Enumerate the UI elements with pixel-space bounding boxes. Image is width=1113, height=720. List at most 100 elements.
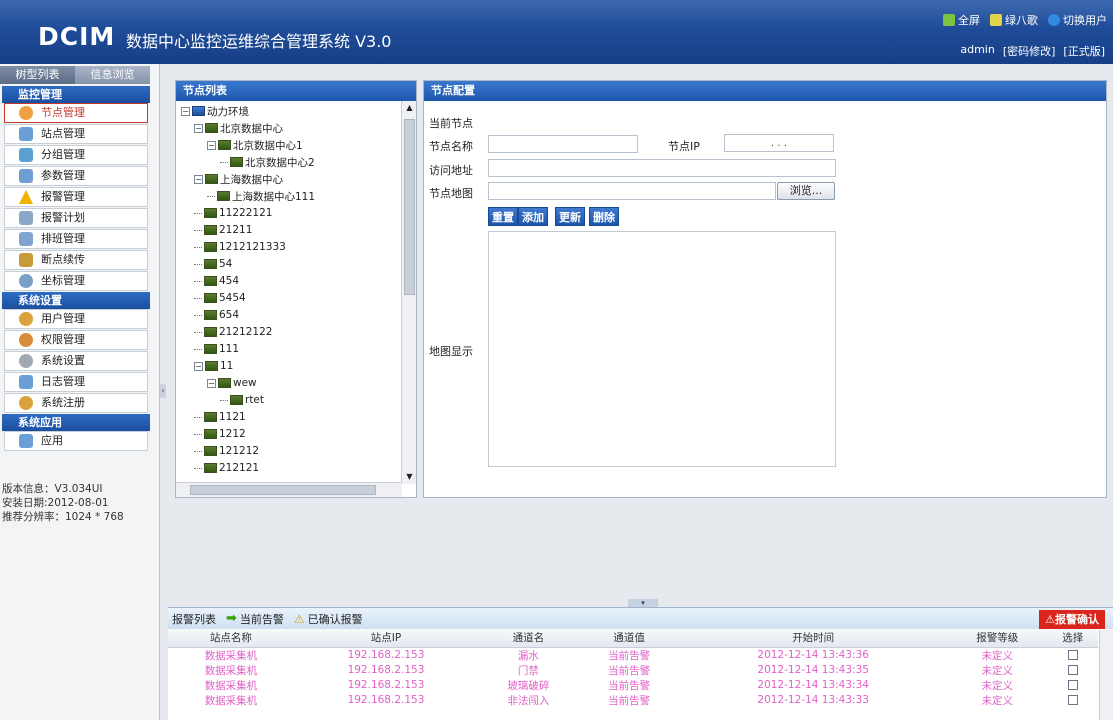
- node-name-input[interactable]: [488, 135, 638, 153]
- collapse-toggle-icon[interactable]: −: [194, 123, 203, 133]
- tree-node[interactable]: 21212122: [194, 325, 272, 339]
- alarm-confirm-button[interactable]: ⚠报警确认: [1039, 610, 1105, 629]
- tree-node[interactable]: 454: [194, 274, 239, 288]
- sidebar-item-schedule[interactable]: 排班管理: [4, 229, 148, 249]
- tree-node[interactable]: 111: [194, 342, 239, 356]
- row-checkbox[interactable]: [1067, 695, 1078, 705]
- sidebar-item-group[interactable]: 分组管理: [4, 145, 148, 165]
- reset-button[interactable]: 重置: [488, 207, 518, 226]
- sidebar-item-alarm[interactable]: 报警管理: [4, 187, 148, 207]
- tree-node[interactable]: 11222121: [194, 206, 272, 220]
- tree-node[interactable]: 654: [194, 308, 239, 322]
- table-row[interactable]: 数据采集机 192.168.2.153 玻璃破碎 当前告警 2012-12-14…: [168, 678, 1098, 693]
- tree-node[interactable]: 21211: [194, 223, 252, 237]
- collapse-sidebar-toggle[interactable]: ‹: [160, 384, 166, 398]
- section-monitor[interactable]: 监控管理: [2, 86, 150, 103]
- table-row[interactable]: 数据采集机 192.168.2.153 非法闯入 当前告警 2012-12-14…: [168, 693, 1098, 708]
- tree-node[interactable]: − 北京数据中心1: [207, 138, 303, 152]
- sidebar-item-param[interactable]: 参数管理: [4, 166, 148, 186]
- col-select[interactable]: 选择: [1047, 629, 1098, 648]
- sidebar-item-settings[interactable]: 系统设置: [4, 351, 148, 371]
- map-display-area[interactable]: [488, 231, 836, 467]
- col-site-name[interactable]: 站点名称: [168, 629, 294, 648]
- server-icon: [205, 123, 218, 133]
- fullscreen-link[interactable]: 全屏: [943, 12, 980, 28]
- tree-node[interactable]: 212121: [194, 461, 259, 475]
- col-channel-value[interactable]: 通道值: [578, 629, 680, 648]
- sidebar-item-resume[interactable]: 断点续传: [4, 250, 148, 270]
- server-icon: [230, 395, 243, 405]
- sidebar-item-node[interactable]: 节点管理: [4, 103, 148, 123]
- sidebar-item-permission[interactable]: 权限管理: [4, 330, 148, 350]
- tree-node[interactable]: 1121: [194, 410, 246, 424]
- tree-node[interactable]: 1212121333: [194, 240, 286, 254]
- tree-hscroll-thumb[interactable]: [190, 485, 376, 495]
- fullscreen-icon: [943, 14, 955, 26]
- scroll-up-icon[interactable]: ▲: [402, 101, 417, 115]
- delete-button[interactable]: 删除: [589, 207, 619, 226]
- tab-current-alarm[interactable]: ➡ 当前告警: [226, 611, 284, 627]
- tree-node[interactable]: 5454: [194, 291, 246, 305]
- tree-node[interactable]: 54: [194, 257, 232, 271]
- sidebar-item-users[interactable]: 用户管理: [4, 309, 148, 329]
- server-icon: [230, 157, 243, 167]
- tree-node[interactable]: − 北京数据中心: [194, 121, 283, 135]
- tree-node-label: 21212122: [219, 326, 273, 338]
- row-checkbox[interactable]: [1067, 650, 1078, 660]
- access-url-input[interactable]: [488, 159, 836, 177]
- table-row[interactable]: 数据采集机 192.168.2.153 门禁 当前告警 2012-12-14 1…: [168, 663, 1098, 678]
- cell-site-name: 数据采集机: [204, 649, 258, 662]
- collapse-toggle-icon[interactable]: −: [207, 140, 216, 150]
- tree-horizontal-scrollbar[interactable]: [176, 482, 402, 497]
- node-map-input[interactable]: [488, 182, 776, 200]
- alarm-vertical-scrollbar[interactable]: [1099, 630, 1113, 720]
- section-system-settings[interactable]: 系统设置: [2, 292, 150, 309]
- tree-scroll-thumb[interactable]: [404, 119, 415, 295]
- sidebar-item-app[interactable]: 应用: [4, 431, 148, 451]
- tree-vertical-scrollbar[interactable]: ▲ ▼: [401, 101, 416, 484]
- col-site-ip[interactable]: 站点IP: [293, 629, 479, 648]
- green-link[interactable]: 绿八歌: [990, 12, 1038, 28]
- col-start-time[interactable]: 开始时间: [679, 629, 947, 648]
- cell-channel-value: 当前告警: [608, 694, 651, 707]
- table-row[interactable]: 数据采集机 192.168.2.153 漏水 当前告警 2012-12-14 1…: [168, 647, 1098, 663]
- server-icon: [218, 378, 231, 388]
- tab-confirmed-alarm[interactable]: ⚠ 已确认报警: [294, 611, 363, 627]
- tree-node[interactable]: rtet: [220, 393, 264, 407]
- switch-user-link[interactable]: 切换用户: [1048, 12, 1107, 28]
- tree-node[interactable]: 1212: [194, 427, 246, 441]
- sidebar-item-register[interactable]: 系统注册: [4, 393, 148, 413]
- browse-button[interactable]: 浏览...: [777, 182, 835, 200]
- tree-node[interactable]: 上海数据中心111: [207, 189, 315, 203]
- tree-node[interactable]: 北京数据中心2: [220, 155, 315, 169]
- tab-tree-list[interactable]: 树型列表: [0, 66, 75, 84]
- add-button[interactable]: 添加: [518, 207, 548, 226]
- col-alarm-level[interactable]: 报警等级: [946, 629, 1048, 648]
- sidebar-item-site[interactable]: 站点管理: [4, 124, 148, 144]
- tree-root-node[interactable]: − 动力环境: [181, 104, 249, 118]
- node-ip-input[interactable]: . . .: [724, 134, 834, 152]
- sidebar-item-coordinate[interactable]: 坐标管理: [4, 271, 148, 291]
- tree-node[interactable]: − 上海数据中心: [194, 172, 283, 186]
- row-checkbox[interactable]: [1067, 665, 1078, 675]
- scroll-down-icon[interactable]: ▼: [402, 470, 417, 484]
- section-system-app[interactable]: 系统应用: [2, 414, 150, 431]
- tree-node[interactable]: − 11: [194, 359, 233, 373]
- sidebar-item-log[interactable]: 日志管理: [4, 372, 148, 392]
- tree-node[interactable]: 121212: [194, 444, 259, 458]
- tab-info-browse[interactable]: 信息浏览: [75, 66, 150, 84]
- collapse-toggle-icon[interactable]: −: [194, 174, 203, 184]
- col-channel-name[interactable]: 通道名: [478, 629, 579, 648]
- change-password-link[interactable]: [密码修改]: [1003, 43, 1056, 59]
- collapse-toggle-icon[interactable]: −: [207, 378, 216, 388]
- sidebar-item-alarm-plan[interactable]: 报警计划: [4, 208, 148, 228]
- register-icon: [19, 396, 33, 410]
- collapse-toggle-icon[interactable]: −: [181, 106, 190, 116]
- row-checkbox[interactable]: [1067, 680, 1078, 690]
- collapse-toggle-icon[interactable]: −: [194, 361, 203, 371]
- tree-node-label: 1212: [219, 428, 246, 440]
- tree-node-label: 5454: [219, 292, 246, 304]
- tree-node[interactable]: − wew: [207, 376, 257, 390]
- alarm-splitter[interactable]: ▾: [628, 599, 658, 607]
- update-button[interactable]: 更新: [555, 207, 585, 226]
